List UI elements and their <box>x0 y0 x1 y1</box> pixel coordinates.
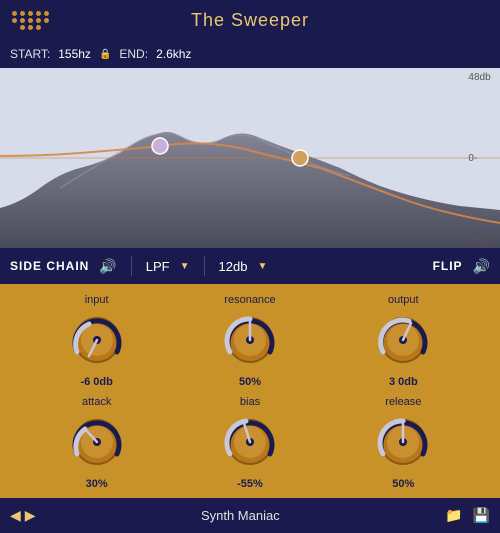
sidechain-speaker-icon[interactable]: 🔊 <box>99 258 116 275</box>
folder-icon[interactable]: 📁 <box>445 507 462 524</box>
eq-display[interactable]: 48db 0- -48db <box>0 68 500 248</box>
attack-knob[interactable] <box>67 412 127 472</box>
bias-knob-group: bias -55% <box>173 396 326 490</box>
resonance-value: 50% <box>239 376 261 388</box>
output-label: output <box>388 294 419 306</box>
sidechain-label: SIDE CHAIN <box>10 259 89 273</box>
filter-db-arrow[interactable]: ▼ <box>257 261 267 272</box>
header: The Sweeper <box>0 0 500 40</box>
eq-label-bot: -48db <box>468 233 494 244</box>
footer: ◀ ▶ Synth Maniac 📁 💾 <box>0 498 500 533</box>
resonance-knob[interactable] <box>220 310 280 370</box>
start-label: START: <box>10 47 50 61</box>
start-value[interactable]: 155hz <box>58 47 91 61</box>
filter-type[interactable]: LPF <box>146 259 170 274</box>
output-value: 3 0db <box>389 376 418 388</box>
app-title: The Sweeper <box>191 10 309 31</box>
sidechain-bar: SIDE CHAIN 🔊 LPF ▼ 12db ▼ FLIP 🔊 <box>0 248 500 284</box>
lock-icon[interactable]: 🔒 <box>99 49 111 60</box>
sidechain-speaker2-icon[interactable]: 🔊 <box>473 258 490 275</box>
controls-area: input -6 0db resonance <box>0 284 500 498</box>
bias-value: -55% <box>237 478 263 490</box>
release-label: release <box>385 396 421 408</box>
next-button[interactable]: ▶ <box>25 507 36 524</box>
freq-bar: START: 155hz 🔒 END: 2.6khz <box>0 40 500 68</box>
output-knob[interactable] <box>373 310 433 370</box>
filter-db[interactable]: 12db <box>219 259 248 274</box>
eq-svg <box>0 68 500 248</box>
eq-labels: 48db 0- -48db <box>468 68 494 248</box>
footer-nav: ◀ ▶ <box>10 507 36 524</box>
end-value[interactable]: 2.6khz <box>156 47 191 61</box>
save-icon[interactable]: 💾 <box>473 507 490 524</box>
input-label: input <box>85 294 109 306</box>
input-value: -6 0db <box>80 376 112 388</box>
prev-button[interactable]: ◀ <box>10 507 21 524</box>
filter-type-arrow[interactable]: ▼ <box>180 261 190 272</box>
attack-knob-group: attack 30% <box>20 396 173 490</box>
logo <box>12 11 50 30</box>
release-knob-group: release 50% <box>327 396 480 490</box>
footer-icons: 📁 💾 <box>445 507 490 524</box>
resonance-label: resonance <box>224 294 275 306</box>
bias-knob[interactable] <box>220 412 280 472</box>
flip-button[interactable]: FLIP <box>433 259 463 273</box>
attack-label: attack <box>82 396 111 408</box>
input-knob[interactable] <box>67 310 127 370</box>
resonance-knob-group: resonance 50% <box>173 294 326 388</box>
preset-name[interactable]: Synth Maniac <box>201 508 280 523</box>
bias-label: bias <box>240 396 260 408</box>
release-value: 50% <box>392 478 414 490</box>
input-knob-group: input -6 0db <box>20 294 173 388</box>
eq-label-top: 48db <box>468 72 494 83</box>
release-knob[interactable] <box>373 412 433 472</box>
end-label: END: <box>119 47 148 61</box>
attack-value: 30% <box>86 478 108 490</box>
eq-label-mid: 0- <box>468 153 494 164</box>
output-knob-group: output 3 0db <box>327 294 480 388</box>
